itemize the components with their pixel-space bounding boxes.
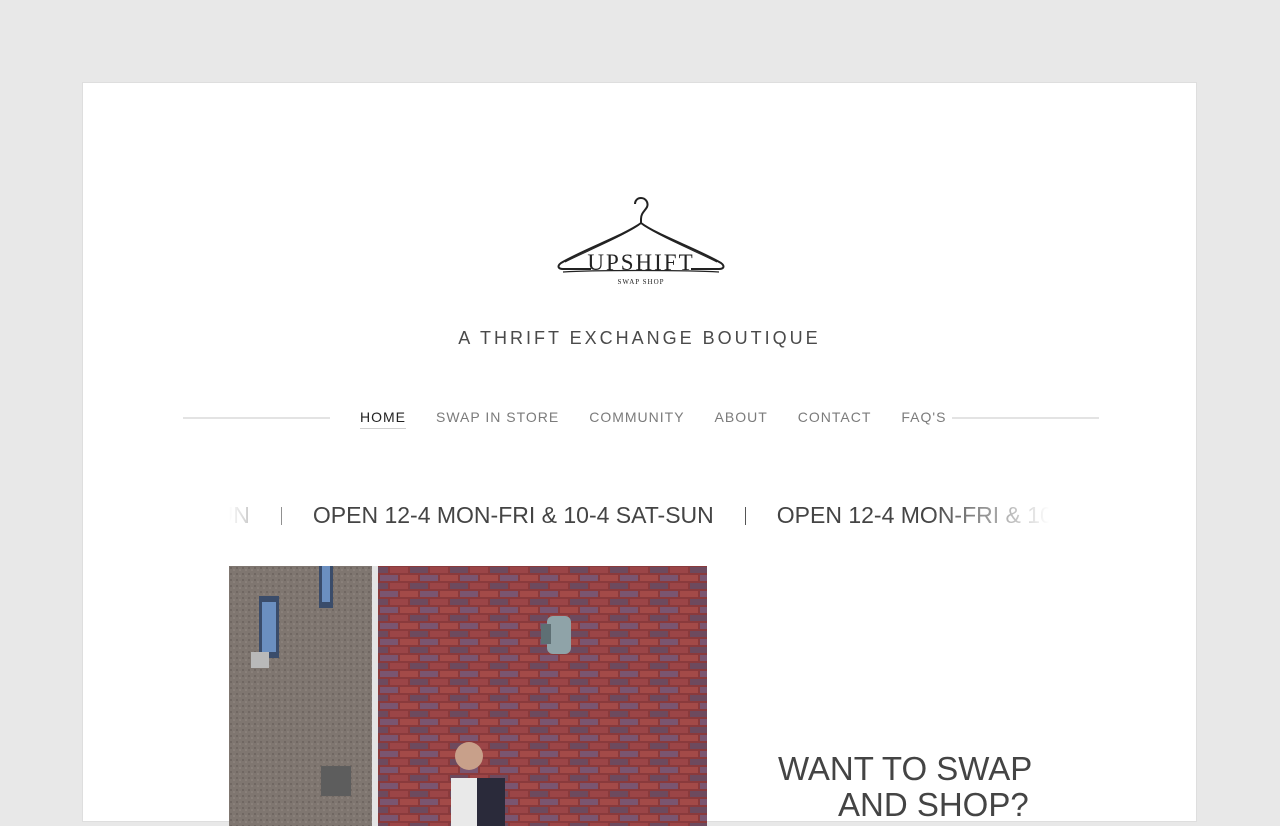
nav-divider-left [183, 417, 330, 419]
ticker-track: OPEN 12-4 MON-FRI & 10-4 SAT-SUN OPEN 12… [229, 502, 1049, 529]
hero-photo [229, 566, 707, 826]
ticker-fade-left [229, 498, 319, 538]
nav-item-community[interactable]: COMMUNITY [589, 409, 684, 429]
nav-item-home[interactable]: HOME [360, 409, 406, 429]
hero-headline: WANT TO SWAP AND SHOP? [778, 751, 1078, 823]
hours-ticker: OPEN 12-4 MON-FRI & 10-4 SAT-SUN OPEN 12… [229, 498, 1049, 538]
logo-subtitle: SWAP SHOP [617, 278, 665, 286]
headline-line-1: WANT TO SWAP [778, 750, 1033, 787]
nav-divider-right [952, 417, 1099, 419]
main-navigation: HOME SWAP IN STORE COMMUNITY ABOUT CONTA… [360, 409, 946, 429]
nav-item-swap-in-store[interactable]: SWAP IN STORE [436, 409, 559, 429]
ticker-separator [744, 506, 746, 525]
nav-item-contact[interactable]: CONTACT [798, 409, 872, 429]
brand-logo[interactable]: UPSHIFT SWAP SHOP [555, 183, 727, 291]
page-card: UPSHIFT SWAP SHOP A THRIFT EXCHANGE BOUT… [82, 82, 1197, 826]
nav-item-about[interactable]: ABOUT [715, 409, 768, 429]
ticker-fade-right [929, 498, 1049, 538]
site-tagline: A THRIFT EXCHANGE BOUTIQUE [458, 328, 821, 348]
headline-line-2: AND SHOP? [838, 786, 1029, 823]
nav-item-faqs[interactable]: FAQ'S [901, 409, 946, 429]
ticker-text: OPEN 12-4 MON-FRI & 10-4 SAT-SUN [312, 502, 714, 528]
logo-wordmark: UPSHIFT [587, 250, 695, 275]
